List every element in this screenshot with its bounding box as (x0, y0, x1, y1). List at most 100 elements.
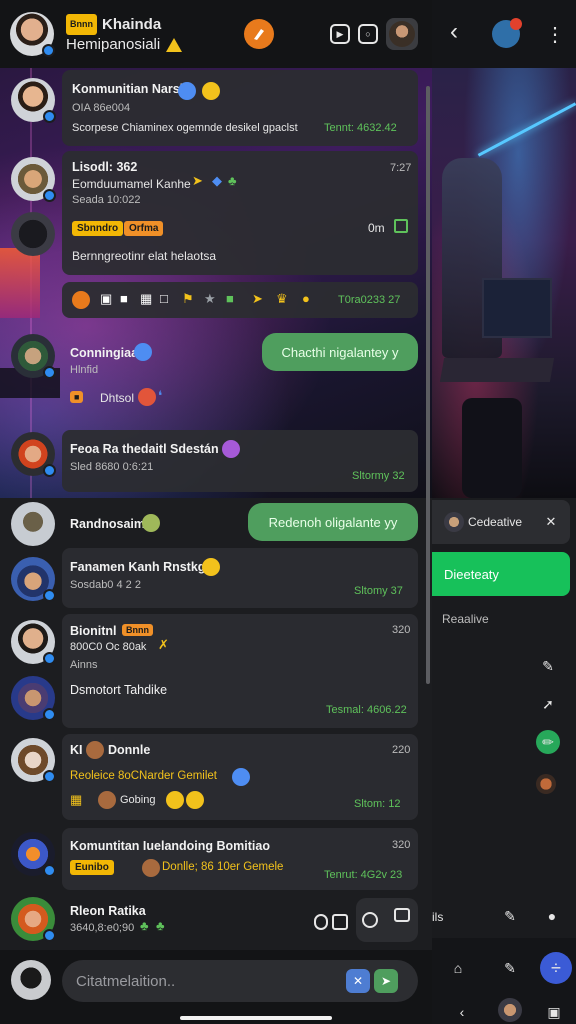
chat-subtitle: Hemipanosiali (66, 36, 161, 53)
tag-icon: ◆ (212, 173, 222, 188)
message-time: Sltormy 32 (352, 470, 405, 482)
avatar[interactable] (11, 897, 56, 942)
message-subtitle: 800C0 Oc 80ak (70, 641, 147, 653)
sender-name: Randnosaim (70, 517, 146, 531)
crown-icon: ♛ (276, 291, 288, 306)
message-preview: Scorpese Chiaminex ogemnde desikel gpacl… (72, 122, 298, 134)
mic-icon[interactable] (314, 914, 328, 930)
close-icon[interactable]: ✕ (542, 513, 560, 531)
background-monitor (0, 248, 40, 318)
translate-icon[interactable]: ✕ (346, 969, 370, 993)
contact-avatar (389, 21, 415, 47)
sender-name: Dsmotort Tahdike (70, 683, 168, 697)
avatar[interactable] (11, 502, 55, 546)
chip-label: Dhtsol (100, 391, 135, 405)
plant-icon: ♣ (156, 918, 165, 933)
avatar[interactable] (11, 557, 56, 602)
sender-name: Rleon Ratika (70, 904, 146, 918)
message-preview: Bernngreotinr elat helaotsa (72, 249, 217, 263)
list-item[interactable]: Komuntitan Iuelandoing Bomitiao 320 Euni… (62, 828, 418, 890)
sender-name: Fanamen Kanh Rnstkgo (70, 560, 214, 574)
avatar[interactable] (11, 676, 56, 721)
avatar[interactable] (11, 334, 56, 379)
chip-label: Cedeative (468, 515, 523, 529)
camera-icon[interactable]: ○ (358, 24, 378, 44)
message-meta: OIA 86e004 (72, 102, 131, 114)
side-label: 0m (368, 221, 385, 235)
list-item[interactable]: Feoa Ra thedaitl Sdestán Sled 8680 0:6:2… (62, 430, 418, 492)
scrollbar[interactable] (426, 86, 430, 684)
brush-icon[interactable]: ✎ (498, 904, 522, 928)
message-time: Sltomy 37 (354, 585, 403, 597)
play-video-icon[interactable]: ▶ (330, 24, 350, 44)
message-time: Tenrut: 4G2v 23 (324, 869, 403, 881)
profile-avatar[interactable] (10, 12, 55, 57)
notification-dot (510, 18, 522, 30)
outgoing-bubble[interactable]: Chacthi nigalantey y (262, 333, 418, 371)
more-options-icon[interactable]: ⋮ (545, 22, 565, 46)
smile-emoji-icon (202, 82, 220, 100)
list-item[interactable]: Konmunitian Narsjo OIA 86e004 Scorpese C… (62, 70, 418, 146)
planet-icon (138, 388, 156, 406)
bear-icon: ● (302, 291, 310, 306)
avatar[interactable] (11, 738, 56, 783)
avatar[interactable] (11, 620, 56, 665)
laugh-emoji-icon (166, 791, 184, 809)
contact-profile-button[interactable] (386, 18, 418, 50)
message-meta: Ainns (70, 659, 98, 671)
list-item[interactable]: KI Donnle 220 Reoleice 8oCNarder Gemilet… (62, 734, 418, 820)
tag-chip: Sbnndro (72, 221, 124, 236)
media-picker-button[interactable] (356, 898, 418, 942)
side-pane: ‹ ⋮ Cedeative ✕ Dieeteaty Reaalive ✎ ➚ ✏… (432, 0, 576, 1024)
chip-avatar (444, 512, 464, 532)
list-item[interactable]: Lisodl: 362 7:27 Eomduumamel Kanhe ➤ ◆ ♣… (62, 151, 418, 275)
verified-badge (43, 589, 56, 602)
brush-icon[interactable]: ✏ (536, 730, 560, 754)
chat-title: Khainda (102, 16, 162, 33)
verified-badge (43, 708, 56, 721)
monkey-avatar-icon (86, 741, 104, 759)
avatar[interactable] (11, 157, 56, 202)
creative-chip[interactable]: Cedeative ✕ (432, 500, 570, 544)
user-icon[interactable]: ● (540, 904, 564, 928)
composer-avatar[interactable] (11, 960, 51, 1000)
reaction-row[interactable]: ▣ ■ ▦ □ ⚑ ★ ■ ➤ ♛ ● T0ra0233 27 (62, 282, 418, 318)
verified-badge (42, 44, 55, 57)
background-monitor (482, 278, 552, 338)
profile-avatar[interactable] (498, 998, 522, 1022)
brand-logo-icon[interactable] (244, 19, 274, 49)
list-item[interactable]: Bionitnl Bnnn 320 800C0 Oc 80ak ✗ Ainns … (62, 614, 418, 728)
hook-icon: ❛ (158, 388, 163, 403)
edit-icon[interactable]: ✎ (498, 956, 522, 980)
back-icon[interactable]: ‹ (450, 1000, 474, 1024)
building-icon[interactable]: ⌂ (446, 956, 470, 980)
rocket-icon: ➤ (192, 173, 203, 188)
message-time: Tennt: 4632.42 (324, 122, 397, 134)
verified-badge (43, 189, 56, 202)
primary-action-button[interactable]: Dieeteaty (432, 552, 570, 596)
send-icon[interactable]: ➤ (374, 969, 398, 993)
avatar[interactable] (11, 78, 56, 123)
back-icon[interactable]: ‹ (442, 18, 466, 45)
verified-badge (43, 652, 56, 665)
globe-icon (178, 82, 196, 100)
message-count: 7:27 (390, 162, 412, 174)
list-item[interactable]: Fanamen Kanh Rnstkgo Sosdab0 4 2 2 Sltom… (62, 548, 418, 608)
pen-icon[interactable]: ✎ (536, 654, 560, 678)
sticker-icon[interactable] (332, 914, 348, 930)
outgoing-bubble[interactable]: Redenoh oligalante yy (248, 503, 418, 541)
avatar[interactable] (11, 832, 56, 877)
tag-chip: Eunibo (70, 860, 114, 875)
camera-icon[interactable]: ▣ (542, 1000, 566, 1024)
add-icon[interactable]: ÷ (540, 952, 572, 984)
plant-icon: ♣ (140, 918, 149, 933)
mini-avatar[interactable] (536, 774, 556, 794)
avatar[interactable] (11, 432, 56, 477)
sender-name: Feoa Ra thedaitl Sdestán (70, 442, 219, 456)
tag-chip: ■ (70, 391, 84, 403)
sender-name: Lisodl: 362 (72, 160, 138, 174)
pin-icon[interactable]: ➚ (536, 692, 560, 716)
message-input[interactable] (76, 960, 336, 1002)
message-meta: 3640,8:e0;90 (70, 922, 135, 934)
potion-icon (222, 440, 240, 458)
